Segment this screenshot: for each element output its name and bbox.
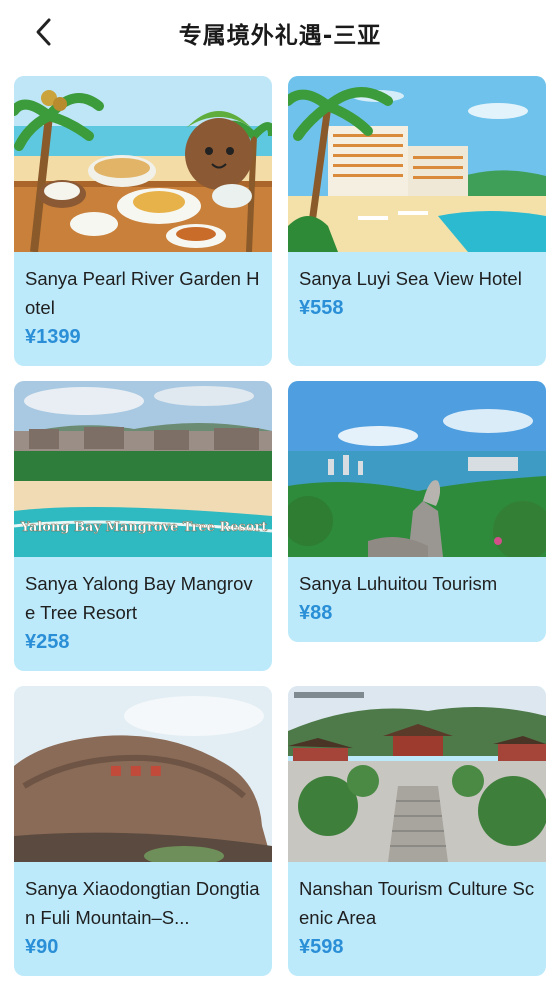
- card-xiaodongtian[interactable]: ▪ ▪ ▪ Sanya Xiaodongtian Dongtian Fuli M…: [14, 686, 272, 976]
- card-title: Sanya Luhuitou Tourism: [299, 573, 498, 594]
- card-pearl-river-garden-hotel[interactable]: Sanya Pearl River Garden Hotel ¥1399: [14, 76, 272, 366]
- card-title: Sanya Yalong Bay Mangrove Tree Resort: [25, 573, 253, 623]
- card-image: [288, 76, 546, 252]
- card-title: Sanya Luyi Sea View Hotel: [299, 268, 522, 289]
- card-luhuitou-tourism[interactable]: Sanya Luhuitou Tourism ¥88: [288, 381, 546, 642]
- page-title: 专属境外礼遇-三亚: [178, 23, 382, 49]
- card-title: Sanya Xiaodongtian Dongtian Fuli Mountai…: [25, 878, 260, 928]
- card-price: ¥558: [299, 297, 344, 319]
- card-image: [288, 381, 546, 557]
- card-nanshan-tourism-culture[interactable]: Nanshan Tourism Culture Scenic Area ¥598: [288, 686, 546, 976]
- card-title: Sanya Pearl River Garden Hotel: [25, 268, 260, 318]
- logo-watermark: [294, 692, 364, 698]
- card-price: ¥1399: [25, 326, 81, 348]
- card-price: ¥88: [299, 602, 333, 624]
- image-caption: Yalong Bay Mangrove Tree Resort: [19, 520, 268, 535]
- card-image: [14, 76, 272, 252]
- card-image: ▪ ▪ ▪: [14, 686, 272, 862]
- card-price: ¥90: [25, 936, 59, 958]
- card-luyi-sea-view-hotel[interactable]: Sanya Luyi Sea View Hotel ¥558: [288, 76, 546, 366]
- card-image: Yalong Bay Mangrove Tree Resort: [14, 381, 272, 557]
- card-yalong-bay-mangrove-tree-resort[interactable]: Yalong Bay Mangrove Tree Resort Sanya Ya…: [14, 381, 272, 671]
- card-price: ¥258: [25, 631, 70, 653]
- card-price: ¥598: [299, 936, 344, 958]
- header-bar: 专属境外礼遇-三亚: [0, 0, 560, 64]
- card-image: [288, 686, 546, 862]
- card-title: Nanshan Tourism Culture Scenic Area: [299, 878, 535, 928]
- svg-text:Yalong Bay Mangrove Tree Resor: Yalong Bay Mangrove Tree Resort: [20, 520, 268, 535]
- svg-text:▪ ▪ ▪: ▪ ▪ ▪: [109, 757, 162, 781]
